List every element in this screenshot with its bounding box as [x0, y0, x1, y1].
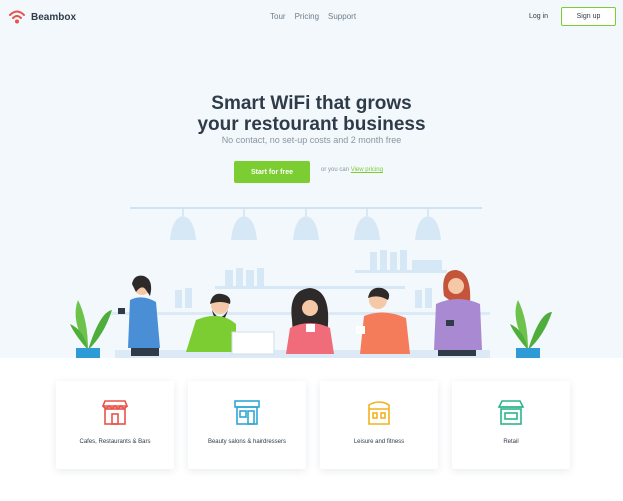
- salon-icon: [234, 400, 260, 425]
- login-link[interactable]: Log in: [529, 13, 548, 20]
- tent-icon: [368, 401, 390, 425]
- nav-support[interactable]: Support: [328, 12, 356, 21]
- headline-line-2: your restourant business: [197, 114, 426, 135]
- wifi-logo-icon: [9, 10, 25, 24]
- hero-illustration: [70, 207, 552, 358]
- category-label: Beauty salons & hairdressers: [207, 439, 287, 445]
- category-card-leisure[interactable]: Leisure and fitness: [320, 381, 438, 469]
- signup-button[interactable]: Sign up: [561, 7, 616, 26]
- category-label: Cafes, Restaurants & Bars: [79, 439, 151, 445]
- person-3-icon: [286, 288, 334, 354]
- view-pricing-link[interactable]: View pricing: [351, 167, 383, 173]
- person-1-icon: [118, 275, 160, 356]
- hero-headline: Smart WiFi that grows your restourant bu…: [0, 93, 623, 135]
- hero-subline: No contact, no set-up costs and 2 month …: [221, 135, 402, 145]
- pricing-prompt-text: or you can: [321, 167, 351, 173]
- headline-line-1: Smart WiFi that grows: [211, 93, 412, 114]
- brand-logo[interactable]: Beambox: [8, 9, 76, 25]
- brand-name: Beambox: [31, 11, 77, 23]
- storefront-icon: [101, 400, 129, 425]
- pricing-prompt: or you can View pricing: [321, 167, 383, 173]
- nav-pricing[interactable]: Pricing: [295, 12, 319, 21]
- shop-icon: [497, 400, 525, 425]
- category-label: Leisure and fitness: [353, 439, 405, 445]
- main-nav: Tour Pricing Support: [270, 12, 356, 21]
- lamp-icon: [170, 208, 441, 240]
- category-card-beauty[interactable]: Beauty salons & hairdressers: [188, 381, 306, 469]
- nav-tour[interactable]: Tour: [270, 12, 286, 21]
- person-2-icon: [186, 293, 275, 355]
- category-card-retail[interactable]: Retail: [452, 381, 570, 469]
- plant-left-icon: [70, 300, 112, 358]
- plant-right-icon: [510, 300, 552, 358]
- category-label: Retail: [503, 439, 519, 445]
- person-5-icon: [434, 270, 482, 356]
- person-4-icon: [356, 287, 410, 354]
- start-for-free-button[interactable]: Start for free: [234, 161, 310, 183]
- category-card-cafes[interactable]: Cafes, Restaurants & Bars: [56, 381, 174, 469]
